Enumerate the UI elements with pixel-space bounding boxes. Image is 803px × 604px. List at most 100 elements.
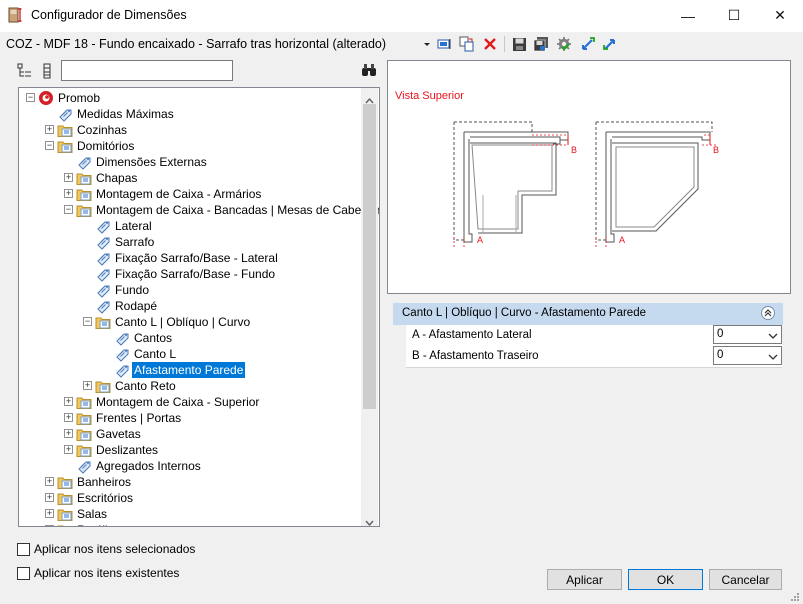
copy-icon[interactable] <box>458 35 476 53</box>
apply-selected-checkbox[interactable] <box>17 543 30 556</box>
expand-icon[interactable]: + <box>64 189 73 198</box>
expand-icon[interactable]: + <box>64 173 73 182</box>
tree-item-label: Dimensões Externas <box>96 155 207 169</box>
ok-button[interactable]: OK <box>628 569 703 590</box>
tree-item[interactable]: − Domitórios <box>19 138 359 154</box>
folder-icon <box>76 186 92 202</box>
tree-item[interactable]: Fundo <box>19 282 359 298</box>
tag-icon <box>57 106 73 122</box>
tree-item[interactable]: Sarrafo <box>19 234 359 250</box>
minimize-button[interactable]: — <box>665 0 711 31</box>
save-icon[interactable] <box>510 35 528 53</box>
resize-grip-icon[interactable] <box>789 590 799 601</box>
tag-icon <box>114 346 130 362</box>
expand-icon[interactable]: + <box>45 125 54 134</box>
tree-item-label: Salas <box>77 507 108 521</box>
chevron-down-icon[interactable] <box>768 350 778 367</box>
tree-item[interactable]: + Rotúlio <box>19 522 359 526</box>
tree-item[interactable]: Cantos <box>19 330 359 346</box>
tree-scroll-thumb[interactable] <box>363 104 376 409</box>
tag-icon <box>114 330 130 346</box>
tree-item[interactable]: Agregados Internos <box>19 458 359 474</box>
property-row-lateral: A - Afastamento Lateral 0 <box>406 325 782 347</box>
cancel-button[interactable]: Cancelar <box>709 569 782 590</box>
property-group-header[interactable]: Canto L | Oblíquo | Curvo - Afastamento … <box>393 303 783 325</box>
import-icon[interactable] <box>579 35 597 53</box>
tree-item[interactable]: Dimensões Externas <box>19 154 359 170</box>
property-value-select[interactable]: 0 <box>713 325 782 344</box>
collapse-icon[interactable]: − <box>64 205 73 214</box>
tree-item[interactable]: + Chapas <box>19 170 359 186</box>
tree-item-label: Escritórios <box>77 491 134 505</box>
apply-button[interactable]: Aplicar <box>547 569 622 590</box>
dimension-label-a-left: A <box>477 235 484 245</box>
tree-item[interactable]: Fixação Sarrafo/Base - Fundo <box>19 266 359 282</box>
property-value: 0 <box>717 328 724 340</box>
close-button[interactable]: ✕ <box>757 0 803 31</box>
tree-item[interactable]: − Promob <box>19 90 359 106</box>
tag-icon <box>95 250 111 266</box>
expand-icon[interactable]: + <box>64 397 73 406</box>
app-icon <box>8 7 24 23</box>
tree-item[interactable]: + Cozinhas <box>19 122 359 138</box>
property-value-select[interactable]: 0 <box>713 346 782 365</box>
tree-item-label: Gavetas <box>96 427 141 441</box>
apply-existing-label: Aplicar nos itens existentes <box>34 566 180 580</box>
tree-item[interactable]: + Gavetas <box>19 426 359 442</box>
save-as-icon[interactable] <box>532 35 550 53</box>
tree-item-label: Agregados Internos <box>96 459 201 473</box>
tag-icon <box>95 266 111 282</box>
tree-item[interactable]: Afastamento Parede <box>19 362 359 378</box>
tree-item[interactable]: Fixação Sarrafo/Base - Lateral <box>19 250 359 266</box>
tree-item[interactable]: Lateral <box>19 218 359 234</box>
expand-icon[interactable]: + <box>45 525 54 526</box>
dropdown-arrow-icon[interactable] <box>418 35 436 53</box>
tree-item-label: Domitórios <box>77 139 135 153</box>
delete-icon[interactable] <box>481 35 499 53</box>
tree-item[interactable]: + Banheiros <box>19 474 359 490</box>
collapse-icon[interactable]: − <box>45 141 54 150</box>
maximize-button[interactable]: ☐ <box>711 0 757 31</box>
collapse-group-icon[interactable] <box>761 306 775 320</box>
binoculars-icon[interactable] <box>361 62 377 78</box>
expand-icon[interactable]: + <box>45 509 54 518</box>
dimension-tree[interactable]: − Promob Medidas Máximas + Cozinhas − Domitóri… <box>18 87 380 527</box>
collapse-icon[interactable]: − <box>83 317 92 326</box>
expand-tree-icon[interactable] <box>39 62 55 80</box>
tree-item-label: Deslizantes <box>96 443 159 457</box>
expand-icon[interactable]: + <box>64 445 73 454</box>
tree-item[interactable]: + Canto Reto <box>19 378 359 394</box>
folder-icon <box>76 442 92 458</box>
expand-icon[interactable]: + <box>83 381 92 390</box>
expand-icon[interactable]: + <box>45 493 54 502</box>
tree-item[interactable]: − Montagem de Caixa - Bancadas | Mesas de… <box>19 202 379 218</box>
collapse-icon[interactable]: − <box>26 93 35 102</box>
expand-icon[interactable]: + <box>64 413 73 422</box>
settings-icon[interactable] <box>555 35 573 53</box>
export-icon[interactable] <box>601 35 619 53</box>
tree-item[interactable]: + Montagem de Caixa - Superior <box>19 394 359 410</box>
tree-item[interactable]: Rodapé <box>19 298 359 314</box>
tag-icon <box>114 362 130 378</box>
chevron-down-icon[interactable] <box>768 329 778 346</box>
apply-existing-checkbox[interactable] <box>17 567 30 580</box>
tree-item[interactable]: + Montagem de Caixa - Armários <box>19 186 359 202</box>
tree-item[interactable]: + Salas <box>19 506 359 522</box>
tree-item[interactable]: Medidas Máximas <box>19 106 359 122</box>
tree-item[interactable]: Canto L <box>19 346 359 362</box>
tag-icon <box>95 218 111 234</box>
tree-item[interactable]: + Escritórios <box>19 490 359 506</box>
expand-icon[interactable]: + <box>45 477 54 486</box>
tree-item[interactable]: − Canto L | Oblíquo | Curvo <box>19 314 359 330</box>
folder-icon <box>57 490 73 506</box>
tree-item[interactable]: + Deslizantes <box>19 442 359 458</box>
insert-icon[interactable] <box>436 35 454 53</box>
expand-icon[interactable]: + <box>64 429 73 438</box>
tree-item-label: Banheiros <box>77 475 132 489</box>
collapse-tree-icon[interactable] <box>16 62 34 80</box>
dimension-label-b-left: B <box>571 145 578 155</box>
tree-item-label: Medidas Máximas <box>77 107 174 121</box>
search-input[interactable] <box>61 60 233 81</box>
scroll-down-icon[interactable] <box>365 515 374 529</box>
tree-item[interactable]: + Frentes | Portas <box>19 410 359 426</box>
